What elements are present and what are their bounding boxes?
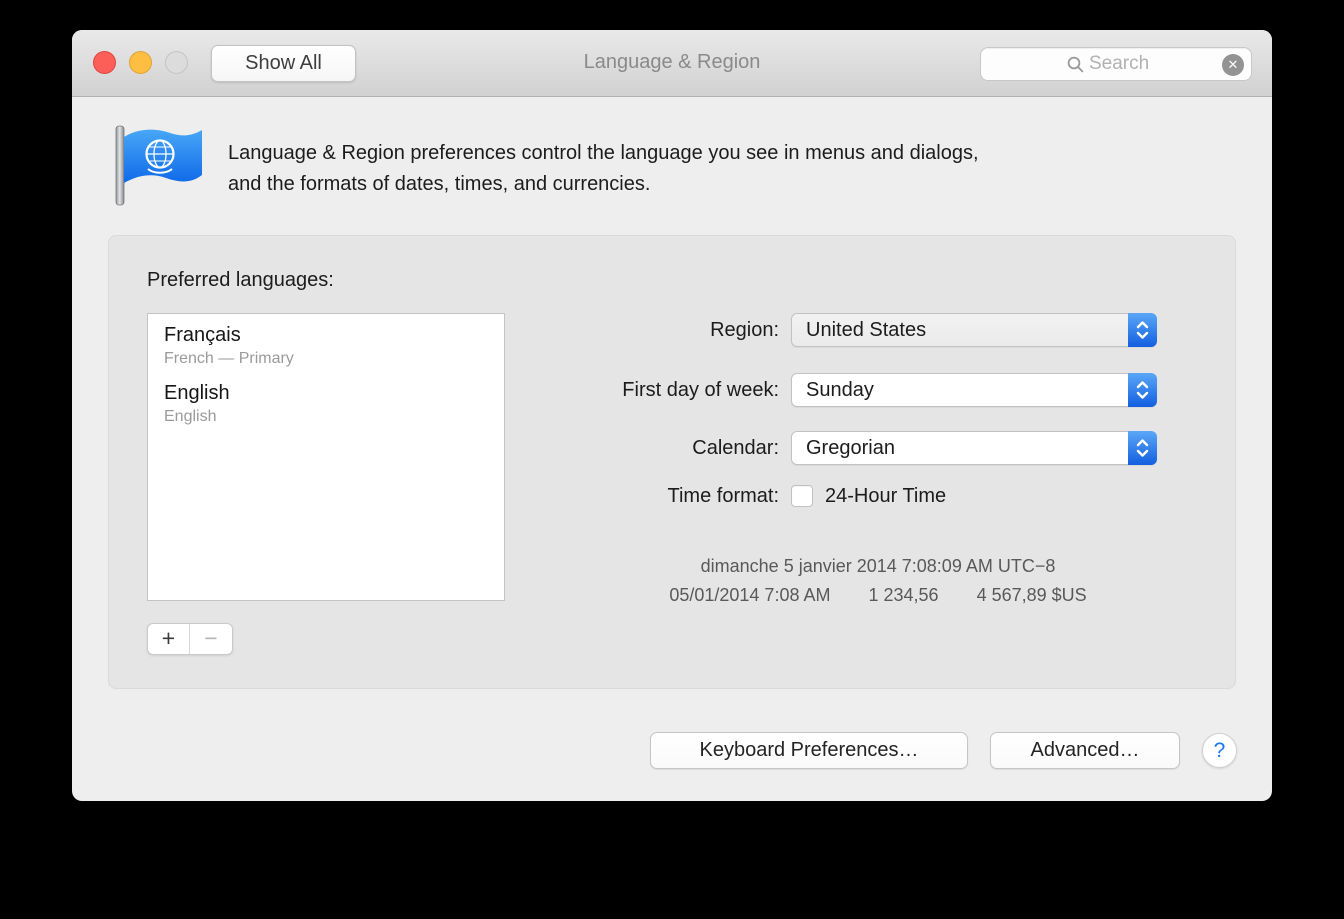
region-select[interactable]: United States xyxy=(791,313,1157,347)
search-field[interactable]: ✕ xyxy=(980,47,1252,81)
add-language-button[interactable]: + xyxy=(148,624,190,654)
first-day-value: Sunday xyxy=(806,379,874,401)
calendar-label: Calendar: xyxy=(391,431,779,465)
advanced-button[interactable]: Advanced… xyxy=(990,732,1180,769)
list-edit-controls: + − xyxy=(147,623,233,655)
search-input[interactable] xyxy=(1089,53,1165,75)
24-hour-time-checkbox-label: 24-Hour Time xyxy=(825,483,946,509)
preview-formats-row: 05/01/2014 7:08 AM 1 234,56 4 567,89 $US xyxy=(528,581,1228,610)
preview-datetime-short: 05/01/2014 7:08 AM xyxy=(669,581,830,610)
intro-description: Language & Region preferences control th… xyxy=(228,138,1218,200)
language-detail: English xyxy=(164,408,504,426)
keyboard-preferences-button[interactable]: Keyboard Preferences… xyxy=(650,732,968,769)
calendar-value: Gregorian xyxy=(806,437,895,459)
preview-datetime-long: dimanche 5 janvier 2014 7:08:09 AM UTC−8 xyxy=(528,552,1228,581)
title-bar: Show All Language & Region ✕ xyxy=(72,30,1272,97)
search-icon xyxy=(1067,56,1084,73)
format-preview: dimanche 5 janvier 2014 7:08:09 AM UTC−8… xyxy=(528,552,1228,610)
preferences-window: Show All Language & Region ✕ xyxy=(72,30,1272,801)
intro-line-1: Language & Region preferences control th… xyxy=(228,138,1218,169)
intro-line-2: and the formats of dates, times, and cur… xyxy=(228,169,1218,200)
first-day-label: First day of week: xyxy=(391,373,779,407)
preview-number: 1 234,56 xyxy=(868,581,938,610)
un-flag-icon xyxy=(110,123,206,207)
language-detail: French — Primary xyxy=(164,350,504,368)
time-format-label: Time format: xyxy=(391,481,779,511)
preview-currency: 4 567,89 $US xyxy=(977,581,1087,610)
help-button[interactable]: ? xyxy=(1202,733,1237,768)
region-label: Region: xyxy=(391,313,779,347)
region-value: United States xyxy=(806,319,926,341)
first-day-select[interactable]: Sunday xyxy=(791,373,1157,407)
chevron-up-down-icon xyxy=(1128,373,1157,407)
search-clear-icon[interactable]: ✕ xyxy=(1222,54,1244,76)
settings-panel: Preferred languages: Français French — P… xyxy=(108,235,1236,689)
preferred-languages-label: Preferred languages: xyxy=(147,269,334,292)
remove-language-button[interactable]: − xyxy=(190,624,232,654)
chevron-up-down-icon xyxy=(1128,431,1157,465)
chevron-up-down-icon xyxy=(1128,313,1157,347)
calendar-select[interactable]: Gregorian xyxy=(791,431,1157,465)
24-hour-time-checkbox[interactable] xyxy=(791,485,813,507)
